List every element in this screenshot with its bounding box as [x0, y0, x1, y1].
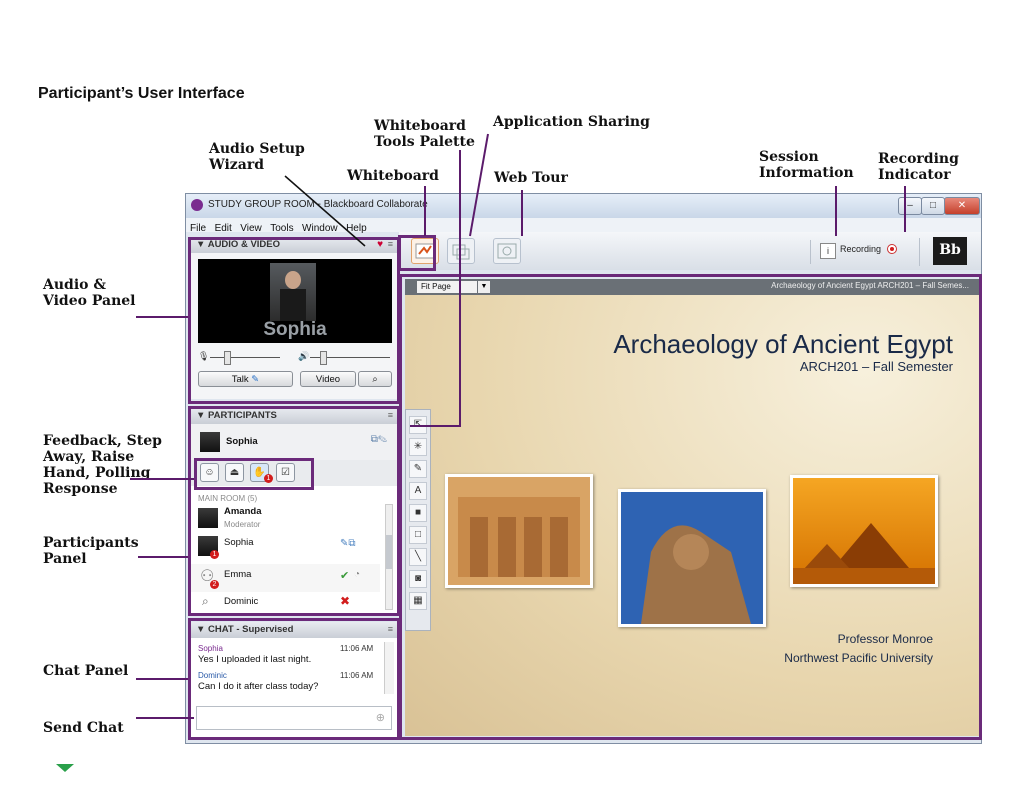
- chevron-down-icon: [56, 764, 74, 772]
- diagonal-leaders: [284, 133, 489, 247]
